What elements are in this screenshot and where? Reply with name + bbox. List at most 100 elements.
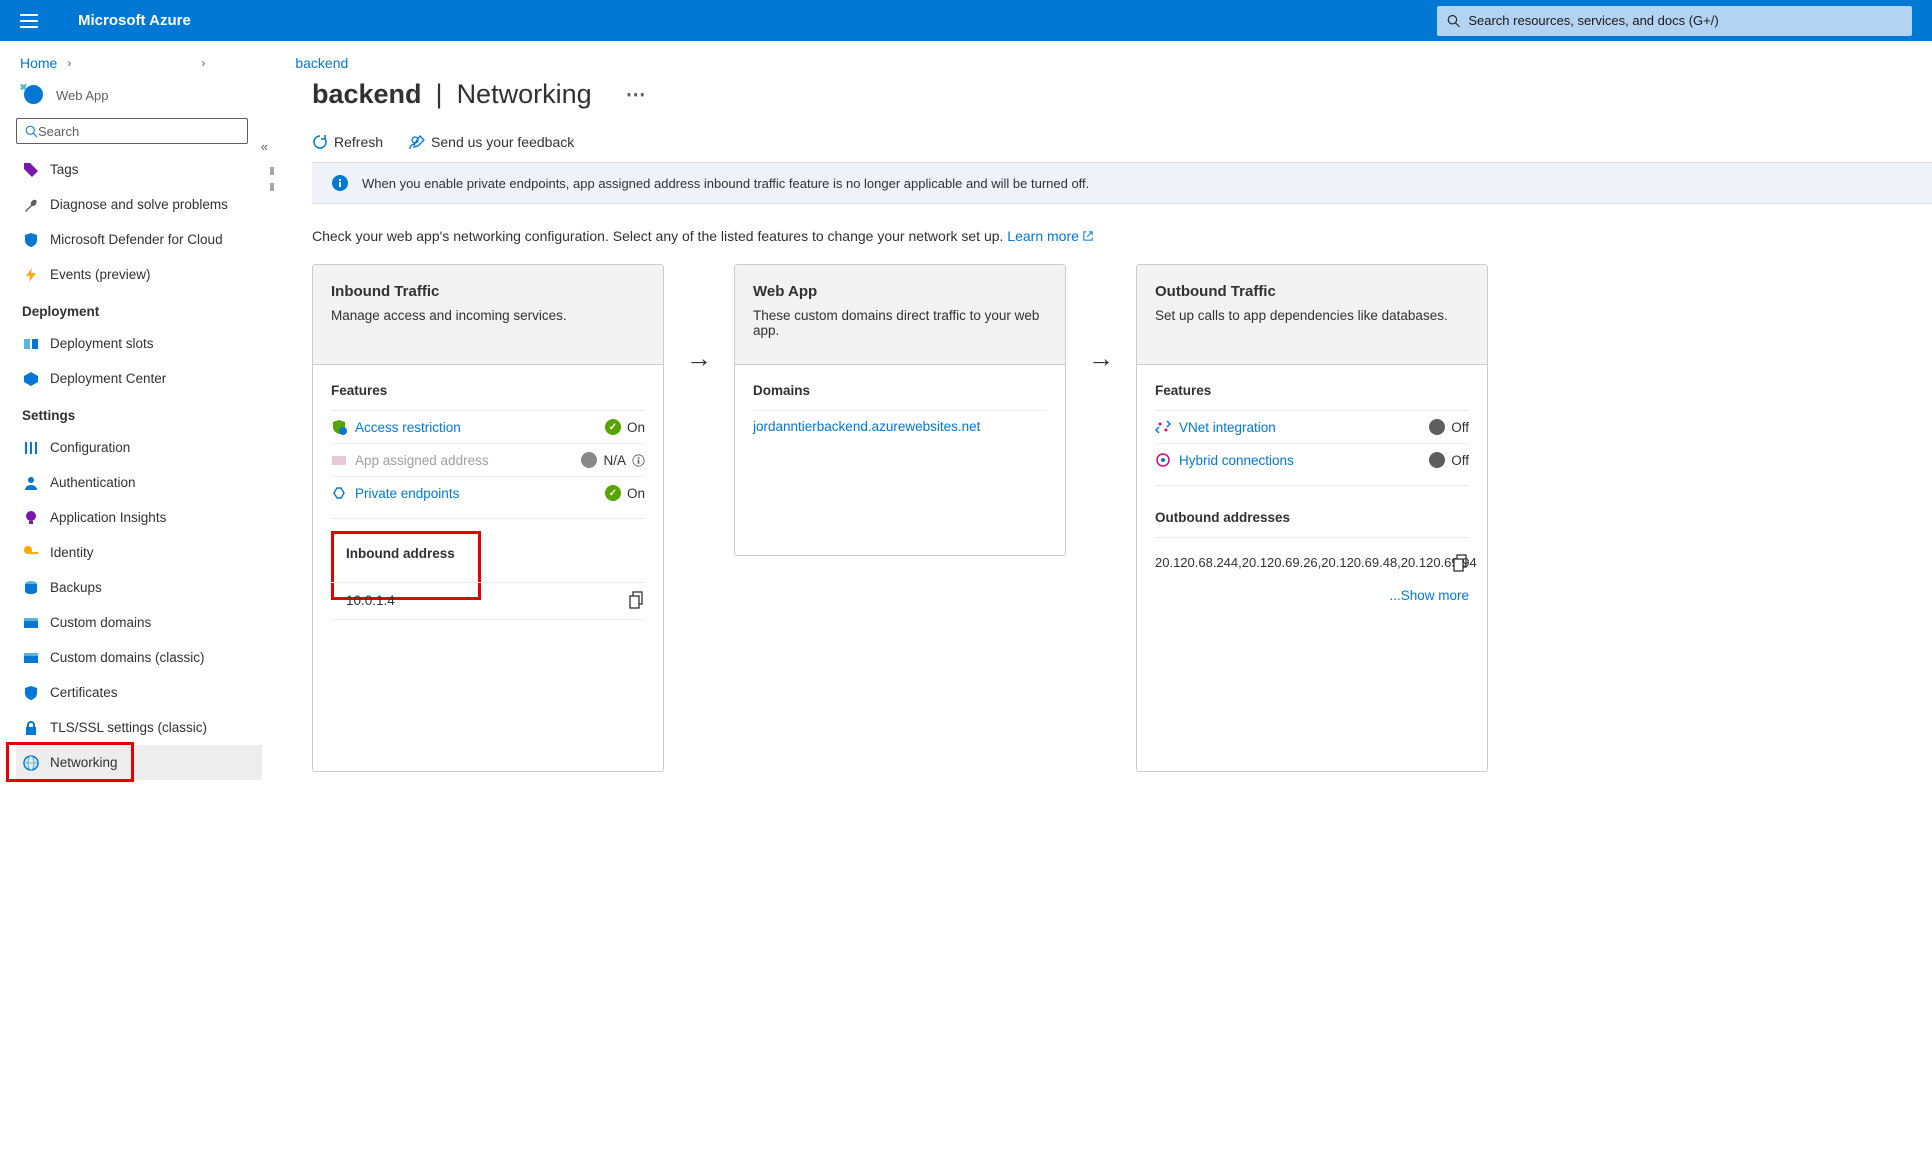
collapse-icon[interactable]: « xyxy=(261,139,268,154)
sidebar-item-backups[interactable]: Backups xyxy=(16,570,262,605)
domains-label: Domains xyxy=(753,383,1047,398)
sidebar-item-application-insights[interactable]: Application Insights xyxy=(16,500,262,535)
webapp-card: Web App These custom domains direct traf… xyxy=(734,264,1066,556)
arrow-right-icon: → xyxy=(682,343,716,374)
outbound-title: Outbound Traffic xyxy=(1155,283,1469,300)
webapp-desc: These custom domains direct traffic to y… xyxy=(753,308,1047,338)
shield-icon xyxy=(22,684,40,702)
sidebar-item-tags[interactable]: Tags xyxy=(16,152,262,187)
breadcrumb: Home › › backend xyxy=(0,41,1932,77)
inbound-address-value: 10.0.1.4 xyxy=(331,593,395,608)
outbound-card: Outbound Traffic Set up calls to app dep… xyxy=(1136,264,1488,772)
person-icon xyxy=(22,474,40,492)
tag-icon xyxy=(22,161,40,179)
scrollbar[interactable] xyxy=(270,167,274,191)
sliders-icon xyxy=(22,439,40,457)
cube-icon xyxy=(22,370,40,388)
chevron-right-icon: › xyxy=(67,56,71,70)
top-bar: Microsoft Azure xyxy=(0,0,1932,41)
sidebar-item-deployment-slots[interactable]: Deployment slots xyxy=(16,326,262,361)
sidebar-item-certificates[interactable]: Certificates xyxy=(16,675,262,710)
status-dot-icon xyxy=(1429,419,1445,435)
arrow-right-icon: → xyxy=(1084,343,1118,374)
shield-icon xyxy=(22,231,40,249)
key-icon xyxy=(22,544,40,562)
search-icon xyxy=(25,125,38,138)
bulb-icon xyxy=(22,509,40,527)
copy-button[interactable] xyxy=(1453,554,1469,572)
refresh-icon xyxy=(312,134,328,150)
outbound-desc: Set up calls to app dependencies like da… xyxy=(1155,308,1469,323)
global-search[interactable] xyxy=(1437,6,1912,36)
sidebar-item-networking[interactable]: Networking xyxy=(16,745,262,780)
copy-button[interactable] xyxy=(629,591,645,609)
global-search-input[interactable] xyxy=(1468,13,1902,28)
status-dot-icon xyxy=(1429,452,1445,468)
vnet-icon xyxy=(1155,419,1171,435)
more-icon[interactable]: ⋯ xyxy=(626,82,646,107)
sidebar-section-settings: Settings xyxy=(16,400,262,430)
hamburger-icon[interactable] xyxy=(20,14,38,28)
feedback-button[interactable]: Send us your feedback xyxy=(409,134,574,150)
sidebar-search-input[interactable] xyxy=(38,124,239,139)
sidebar: Web App « Tags Diagnose and solve proble… xyxy=(0,77,278,796)
sidebar-item-authentication[interactable]: Authentication xyxy=(16,465,262,500)
refresh-button[interactable]: Refresh xyxy=(312,134,383,150)
breadcrumb-current[interactable]: backend xyxy=(295,55,348,71)
sidebar-item-defender[interactable]: Microsoft Defender for Cloud xyxy=(16,222,262,257)
inbound-desc: Manage access and incoming services. xyxy=(331,308,645,323)
sidebar-item-tls-ssl[interactable]: TLS/SSL settings (classic) xyxy=(16,710,262,745)
webapp-title: Web App xyxy=(753,283,1047,300)
chevron-right-icon: › xyxy=(201,56,205,70)
network-icon xyxy=(22,754,40,772)
page-title: backend | Networking ⋯ xyxy=(312,77,1932,110)
endpoint-icon xyxy=(331,485,347,501)
cards-row: Inbound Traffic Manage access and incomi… xyxy=(312,264,1932,772)
info-icon xyxy=(332,175,348,191)
external-link-icon xyxy=(1083,231,1093,241)
feature-row-access-restriction[interactable]: Access restriction ✓On xyxy=(331,410,645,443)
sidebar-item-identity[interactable]: Identity xyxy=(16,535,262,570)
status-dot-icon: ✓ xyxy=(605,419,621,435)
sidebar-menu: Tags Diagnose and solve problems Microso… xyxy=(16,152,262,780)
search-icon xyxy=(1447,14,1460,28)
info-icon[interactable] xyxy=(632,454,645,467)
status-dot-icon xyxy=(581,452,597,468)
sidebar-item-custom-domains-classic[interactable]: Custom domains (classic) xyxy=(16,640,262,675)
feature-row-private-endpoints[interactable]: Private endpoints ✓On xyxy=(331,476,645,509)
intro-text: Check your web app's networking configur… xyxy=(312,204,1932,264)
sidebar-item-configuration[interactable]: Configuration xyxy=(16,430,262,465)
feature-row-app-assigned: App assigned address N/A xyxy=(331,443,645,476)
feedback-icon xyxy=(409,134,425,150)
info-notice: When you enable private endpoints, app a… xyxy=(312,162,1932,204)
sidebar-item-diagnose[interactable]: Diagnose and solve problems xyxy=(16,187,262,222)
sidebar-item-custom-domains[interactable]: Custom domains xyxy=(16,605,262,640)
shield-check-icon xyxy=(331,419,347,435)
status-dot-icon: ✓ xyxy=(605,485,621,501)
inbound-title: Inbound Traffic xyxy=(331,283,645,300)
features-label: Features xyxy=(331,383,645,398)
sidebar-search[interactable] xyxy=(16,118,248,144)
sidebar-item-events[interactable]: Events (preview) xyxy=(16,257,262,292)
feature-row-vnet[interactable]: VNet integration Off xyxy=(1155,410,1469,443)
inbound-card: Inbound Traffic Manage access and incomi… xyxy=(312,264,664,772)
outbound-addresses-value: 20.120.68.244,20.120.69.26,20.120.69.48,… xyxy=(1155,554,1395,572)
toolbar: Refresh Send us your feedback xyxy=(312,134,1932,150)
breadcrumb-home[interactable]: Home xyxy=(20,55,57,71)
outbound-addresses-label: Outbound addresses xyxy=(1155,510,1469,525)
brand: Microsoft Azure xyxy=(78,12,191,29)
domain-link[interactable]: jordanntierbackend.azurewebsites.net xyxy=(753,419,980,434)
sidebar-subtitle: Web App xyxy=(56,88,109,103)
backup-icon xyxy=(22,579,40,597)
inbound-address-label: Inbound address xyxy=(346,546,466,561)
features-label: Features xyxy=(1155,383,1469,398)
main-content: backend | Networking ⋯ Refresh Send us y… xyxy=(278,77,1932,796)
domain-icon xyxy=(22,649,40,667)
feature-row-hybrid[interactable]: Hybrid connections Off xyxy=(1155,443,1469,476)
lock-icon xyxy=(22,719,40,737)
show-more-link[interactable]: ...Show more xyxy=(1155,588,1469,603)
hybrid-icon xyxy=(1155,452,1171,468)
learn-more-link[interactable]: Learn more xyxy=(1007,228,1092,244)
sidebar-item-deployment-center[interactable]: Deployment Center xyxy=(16,361,262,396)
address-icon xyxy=(331,452,347,468)
